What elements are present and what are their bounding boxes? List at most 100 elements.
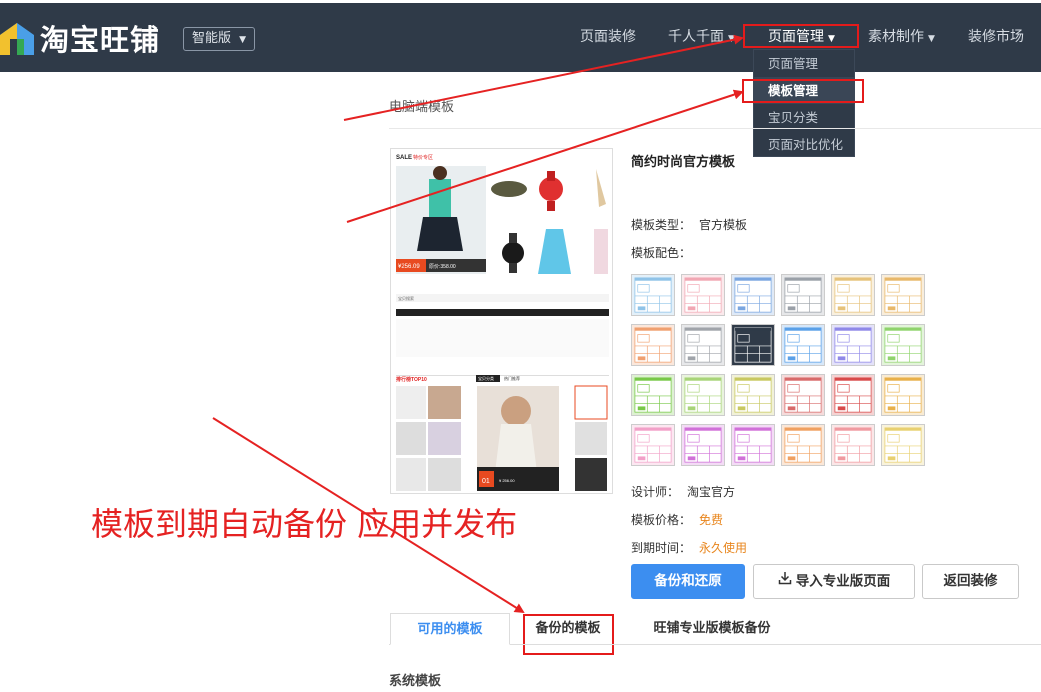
color-swatch[interactable] xyxy=(731,424,775,466)
color-swatch[interactable] xyxy=(881,324,925,366)
logo[interactable]: 淘宝旺铺 xyxy=(0,18,160,58)
swatch-thumbnail-icon xyxy=(782,425,824,465)
expire-label: 到期时间： xyxy=(631,541,692,555)
house-logo-icon xyxy=(0,21,34,55)
button-label: 返回装修 xyxy=(943,573,998,589)
chevron-down-icon: ▼ xyxy=(728,34,735,44)
button-label: 备份和还原 xyxy=(654,573,722,589)
color-swatch[interactable] xyxy=(831,374,875,416)
dropdown-item-page-comparison[interactable]: 页面对比优化 xyxy=(754,131,854,158)
nav-page-decoration[interactable]: 页面装修 xyxy=(580,3,636,72)
nav-material-creation[interactable]: 素材制作 ▼ xyxy=(868,3,935,72)
color-swatch[interactable] xyxy=(781,324,825,366)
backup-restore-button[interactable]: 备份和还原 xyxy=(631,564,745,599)
preview-tab-b: 热门推荐 xyxy=(504,375,520,381)
color-swatch[interactable] xyxy=(881,424,925,466)
tab-label: 可用的模板 xyxy=(417,622,483,637)
swatch-thumbnail-icon xyxy=(832,375,874,415)
dropdown-item-item-category[interactable]: 宝贝分类 xyxy=(754,104,854,131)
template-type-value: 官方模板 xyxy=(699,218,748,232)
swatch-thumbnail-icon xyxy=(632,325,674,365)
swatch-thumbnail-icon xyxy=(882,425,924,465)
nav-decoration-market[interactable]: 装修市场 xyxy=(968,3,1024,72)
color-swatch[interactable] xyxy=(631,424,675,466)
download-icon xyxy=(778,565,792,598)
tab-label: 旺铺专业版模板备份 xyxy=(653,621,771,636)
color-swatch[interactable] xyxy=(781,424,825,466)
color-swatch[interactable] xyxy=(781,374,825,416)
color-swatch[interactable] xyxy=(681,424,725,466)
import-pro-page-button[interactable]: 导入专业版页面 xyxy=(753,564,915,599)
chevron-down-icon: ▼ xyxy=(239,35,247,45)
nav-personalization[interactable]: 千人千面 ▼ xyxy=(668,3,735,72)
color-swatch[interactable] xyxy=(731,324,775,366)
color-swatch[interactable] xyxy=(681,324,725,366)
preview-price: ¥256.09 xyxy=(398,264,420,270)
page-management-dropdown: 页面管理 模板管理 宝贝分类 页面对比优化 xyxy=(753,49,855,157)
nav-label: 素材制作 xyxy=(868,29,924,45)
color-swatch[interactable] xyxy=(881,374,925,416)
swatch-thumbnail-icon xyxy=(882,375,924,415)
swatch-thumbnail-icon xyxy=(632,425,674,465)
template-preview-image: SALE 特价专区 ¥256.09 原价:358.00 宝贝搜索 排行榜TOP1… xyxy=(391,149,612,493)
template-preview[interactable]: SALE 特价专区 ¥256.09 原价:358.00 宝贝搜索 排行榜TOP1… xyxy=(390,148,613,494)
nav-label: 页面装修 xyxy=(580,29,636,45)
preview-rank-title: 排行榜TOP10 xyxy=(396,376,427,383)
swatch-thumbnail-icon xyxy=(732,275,774,315)
preview-orig-price: 原价:358.00 xyxy=(429,264,456,270)
swatch-thumbnail-icon xyxy=(682,425,724,465)
edition-label: 智能版 xyxy=(192,31,232,46)
designer-value: 淘宝官方 xyxy=(687,485,736,499)
color-swatch[interactable] xyxy=(631,374,675,416)
template-type-label: 模板类型： xyxy=(631,218,692,232)
price-label: 模板价格： xyxy=(631,513,692,527)
color-swatch[interactable] xyxy=(831,424,875,466)
system-templates-title: 系统模板 xyxy=(389,674,442,689)
chevron-down-icon: ▼ xyxy=(928,34,935,44)
tab-available-templates[interactable]: 可用的模板 xyxy=(390,613,510,645)
swatch-thumbnail-icon xyxy=(782,275,824,315)
button-label: 导入专业版页面 xyxy=(795,573,891,590)
color-swatch[interactable] xyxy=(831,274,875,316)
preview-search-label: 宝贝搜索 xyxy=(398,295,414,301)
designer-label: 设计师： xyxy=(631,485,680,499)
color-swatch[interactable] xyxy=(731,274,775,316)
tab-backup-templates[interactable]: 备份的模板 xyxy=(524,613,612,645)
swatch-thumbnail-icon xyxy=(632,275,674,315)
color-swatch[interactable] xyxy=(831,324,875,366)
tab-pro-template-backup[interactable]: 旺铺专业版模板备份 xyxy=(636,613,788,645)
swatch-thumbnail-icon xyxy=(832,425,874,465)
swatch-thumbnail-icon xyxy=(632,375,674,415)
color-swatch[interactable] xyxy=(631,274,675,316)
swatch-thumbnail-icon xyxy=(732,325,774,365)
preview-rank-badge: 01 xyxy=(482,478,490,485)
color-swatch[interactable] xyxy=(681,374,725,416)
price-row: 模板价格： 免费 xyxy=(631,511,723,528)
preview-tab-a: 宝贝分类 xyxy=(478,375,494,381)
edition-dropdown[interactable]: 智能版 ▼ xyxy=(183,27,256,51)
dropdown-item-page-management[interactable]: 页面管理 xyxy=(754,50,854,77)
color-swatch[interactable] xyxy=(681,274,725,316)
back-to-decoration-button[interactable]: 返回装修 xyxy=(922,564,1019,599)
nav-label: 千人千面 xyxy=(668,29,724,45)
swatch-thumbnail-icon xyxy=(782,375,824,415)
preview-sale-text: SALE xyxy=(396,155,412,161)
color-swatch[interactable] xyxy=(731,374,775,416)
swatch-thumbnail-icon xyxy=(682,325,724,365)
preview-sale-sub: 特价专区 xyxy=(413,154,433,161)
swatch-thumbnail-icon xyxy=(732,425,774,465)
color-swatch[interactable] xyxy=(781,274,825,316)
logo-text: 淘宝旺铺 xyxy=(40,23,161,57)
expire-value: 永久使用 xyxy=(699,541,748,555)
divider xyxy=(389,128,1041,129)
swatch-thumbnail-icon xyxy=(732,375,774,415)
swatch-thumbnail-icon xyxy=(782,325,824,365)
annotation-text: 模板到期自动备份 应用并发布 xyxy=(91,505,518,543)
tab-label: 备份的模板 xyxy=(535,621,601,636)
top-nav-bar: 淘宝旺铺 智能版 ▼ 页面装修 千人千面 ▼ 页面管理 ▼ 素材制作 ▼ 装修市场 xyxy=(0,3,1041,72)
swatch-thumbnail-icon xyxy=(882,325,924,365)
price-value: 免费 xyxy=(699,513,724,527)
nav-label: 装修市场 xyxy=(968,29,1024,45)
color-swatch[interactable] xyxy=(631,324,675,366)
color-swatch[interactable] xyxy=(881,274,925,316)
